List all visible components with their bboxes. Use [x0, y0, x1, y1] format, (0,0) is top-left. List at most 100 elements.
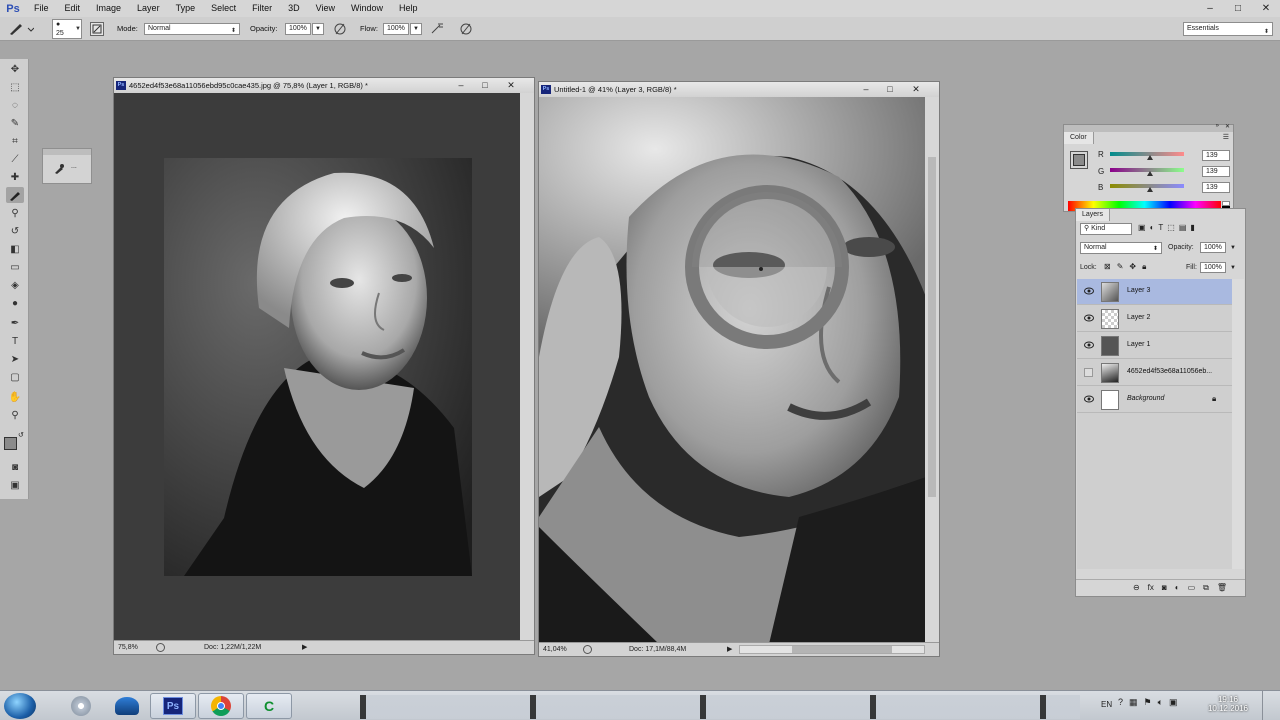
menu-view[interactable]: View	[308, 0, 343, 17]
g-value-input[interactable]: 139	[1202, 166, 1230, 177]
airbrush-icon[interactable]	[430, 21, 446, 37]
opacity-input[interactable]: 100%	[285, 23, 311, 35]
color-swatch-large[interactable]	[1070, 151, 1088, 169]
doc-close-button[interactable]: ✕	[905, 82, 927, 97]
menu-file[interactable]: File	[26, 0, 57, 17]
status-menu-arrow-icon[interactable]: ▶	[727, 643, 732, 656]
filter-toggle-icon[interactable]: ▮	[1190, 223, 1194, 235]
pen-tool-icon[interactable]: ✒	[6, 315, 24, 331]
gradient-tool-icon[interactable]: ▭	[6, 259, 24, 275]
lock-transparency-icon[interactable]: ⊠	[1104, 262, 1111, 272]
layers-tab[interactable]: Layers	[1076, 209, 1111, 221]
language-indicator[interactable]: EN	[1101, 700, 1112, 709]
adjustment-layer-icon[interactable]: ◐	[1175, 583, 1180, 592]
taskbar-media-player[interactable]	[58, 693, 104, 719]
blur-tool-icon[interactable]: ◈	[6, 277, 24, 293]
vertical-scrollbar[interactable]	[520, 93, 534, 642]
doc-close-button[interactable]: ✕	[500, 78, 522, 93]
fill-dropdown-button[interactable]: ▼	[1228, 262, 1238, 274]
clock[interactable]: 19:16 10.12.2016	[1206, 695, 1250, 713]
collapse-panel-icon[interactable]: »	[1216, 123, 1219, 129]
lock-position-icon[interactable]: ✥	[1129, 262, 1136, 272]
layer-name[interactable]: Layer 2	[1127, 314, 1150, 321]
color-swatches[interactable]: ↺	[4, 431, 26, 455]
layers-scrollbar[interactable]	[1232, 279, 1244, 569]
doc-maximize-button[interactable]: □	[474, 78, 496, 93]
foreground-color-swatch[interactable]	[4, 437, 17, 450]
zoom-tool-icon[interactable]: ⚲	[6, 407, 24, 423]
menu-filter[interactable]: Filter	[244, 0, 280, 17]
menu-edit[interactable]: Edit	[57, 0, 89, 17]
eye-icon[interactable]	[1084, 314, 1094, 322]
lasso-tool-icon[interactable]: ◌	[6, 97, 24, 113]
status-options-icon[interactable]	[156, 643, 165, 652]
b-value-input[interactable]: 139	[1202, 182, 1230, 193]
status-options-icon[interactable]	[583, 645, 592, 654]
vertical-scrollbar[interactable]	[925, 97, 939, 644]
delete-layer-icon[interactable]: 🗑︎	[1217, 583, 1227, 592]
quick-mask-icon[interactable]: ◙	[6, 459, 24, 475]
doc-minimize-button[interactable]: –	[450, 78, 472, 93]
r-slider-knob[interactable]	[1147, 155, 1154, 160]
zoom-level[interactable]: 41,04%	[543, 643, 567, 656]
start-button[interactable]	[4, 693, 36, 719]
help-icon[interactable]: ?	[1118, 697, 1123, 708]
panel-grip[interactable]	[43, 149, 91, 155]
layer-name[interactable]: Background	[1127, 395, 1164, 402]
network-icon[interactable]: ▦	[1129, 697, 1138, 708]
eyedropper-tool-icon[interactable]: ⟋	[6, 151, 24, 167]
brush-size-picker[interactable]: ● 25 ▼	[52, 19, 82, 39]
layer-name[interactable]: 4652ed4f53e68a11056eb...	[1127, 368, 1212, 375]
speaker-icon[interactable]: 🔈︎	[1158, 697, 1163, 708]
pressure-opacity-icon[interactable]	[332, 21, 348, 37]
crop-tool-icon[interactable]: ⌗	[6, 133, 24, 149]
panel-grip[interactable]: » ✕	[1064, 123, 1233, 132]
status-menu-arrow-icon[interactable]: ▶	[302, 641, 307, 654]
layer-row-layer-3[interactable]: Layer 3	[1077, 279, 1234, 305]
taskbar-chrome[interactable]	[198, 693, 244, 719]
doc-maximize-button[interactable]: □	[879, 82, 901, 97]
r-slider[interactable]	[1110, 152, 1184, 160]
path-selection-tool-icon[interactable]: ➤	[6, 351, 24, 367]
move-tool-icon[interactable]: ✥	[6, 61, 24, 77]
healing-brush-tool-icon[interactable]: ✚	[6, 169, 24, 185]
layer-filter-select[interactable]: ⚲ Kind	[1080, 223, 1132, 235]
menu-3d[interactable]: 3D	[280, 0, 308, 17]
swap-colors-icon[interactable]: ↺	[18, 431, 24, 439]
adjustment-filter-icon[interactable]: ◐	[1150, 223, 1155, 235]
eye-icon[interactable]	[1084, 341, 1094, 349]
layer-row-reference-photo[interactable]: 4652ed4f53e68a11056eb...	[1077, 360, 1234, 386]
brush-panel-toggle-icon[interactable]	[90, 22, 104, 36]
g-slider[interactable]	[1110, 168, 1184, 176]
eraser-tool-icon[interactable]: ◧	[6, 241, 24, 257]
new-group-icon[interactable]: ▭	[1188, 583, 1196, 592]
history-brush-tool-icon[interactable]: ↺	[6, 223, 24, 239]
new-layer-icon[interactable]: ⧉	[1203, 583, 1209, 593]
b-slider[interactable]	[1110, 184, 1184, 192]
blend-mode-select[interactable]: Normal ⬍	[1080, 242, 1162, 254]
menu-image[interactable]: Image	[88, 0, 129, 17]
brush-tool-preset-icon[interactable]	[6, 21, 34, 37]
canvas-area[interactable]	[539, 97, 926, 644]
image-filter-icon[interactable]: ▣	[1138, 223, 1146, 235]
taskbar-photoshop[interactable]: Ps	[150, 693, 196, 719]
hand-tool-icon[interactable]: ✋	[6, 389, 24, 405]
add-mask-icon[interactable]: ◙	[1162, 583, 1167, 592]
menu-layer[interactable]: Layer	[129, 0, 168, 17]
smart-object-filter-icon[interactable]: ▤	[1179, 223, 1187, 235]
taskbar-app-green[interactable]: C	[246, 693, 292, 719]
app-minimize-button[interactable]: –	[1196, 0, 1224, 17]
app-maximize-button[interactable]: □	[1224, 0, 1252, 17]
fill-input[interactable]: 100%	[1200, 262, 1226, 273]
horizontal-scrollbar[interactable]	[739, 645, 925, 654]
layer-style-icon[interactable]: fx	[1148, 583, 1154, 592]
menu-type[interactable]: Type	[168, 0, 204, 17]
flow-input[interactable]: 100%	[383, 23, 409, 35]
layer-name[interactable]: Layer 3	[1127, 287, 1150, 294]
brush-preset-icon[interactable]	[53, 163, 65, 175]
layer-name[interactable]: Layer 1	[1127, 341, 1150, 348]
horizontal-scrollbar-thumb[interactable]	[792, 646, 892, 653]
pressure-size-icon[interactable]	[458, 21, 474, 37]
tray-icon[interactable]: ▣	[1169, 697, 1178, 708]
r-value-input[interactable]: 139	[1202, 150, 1230, 161]
